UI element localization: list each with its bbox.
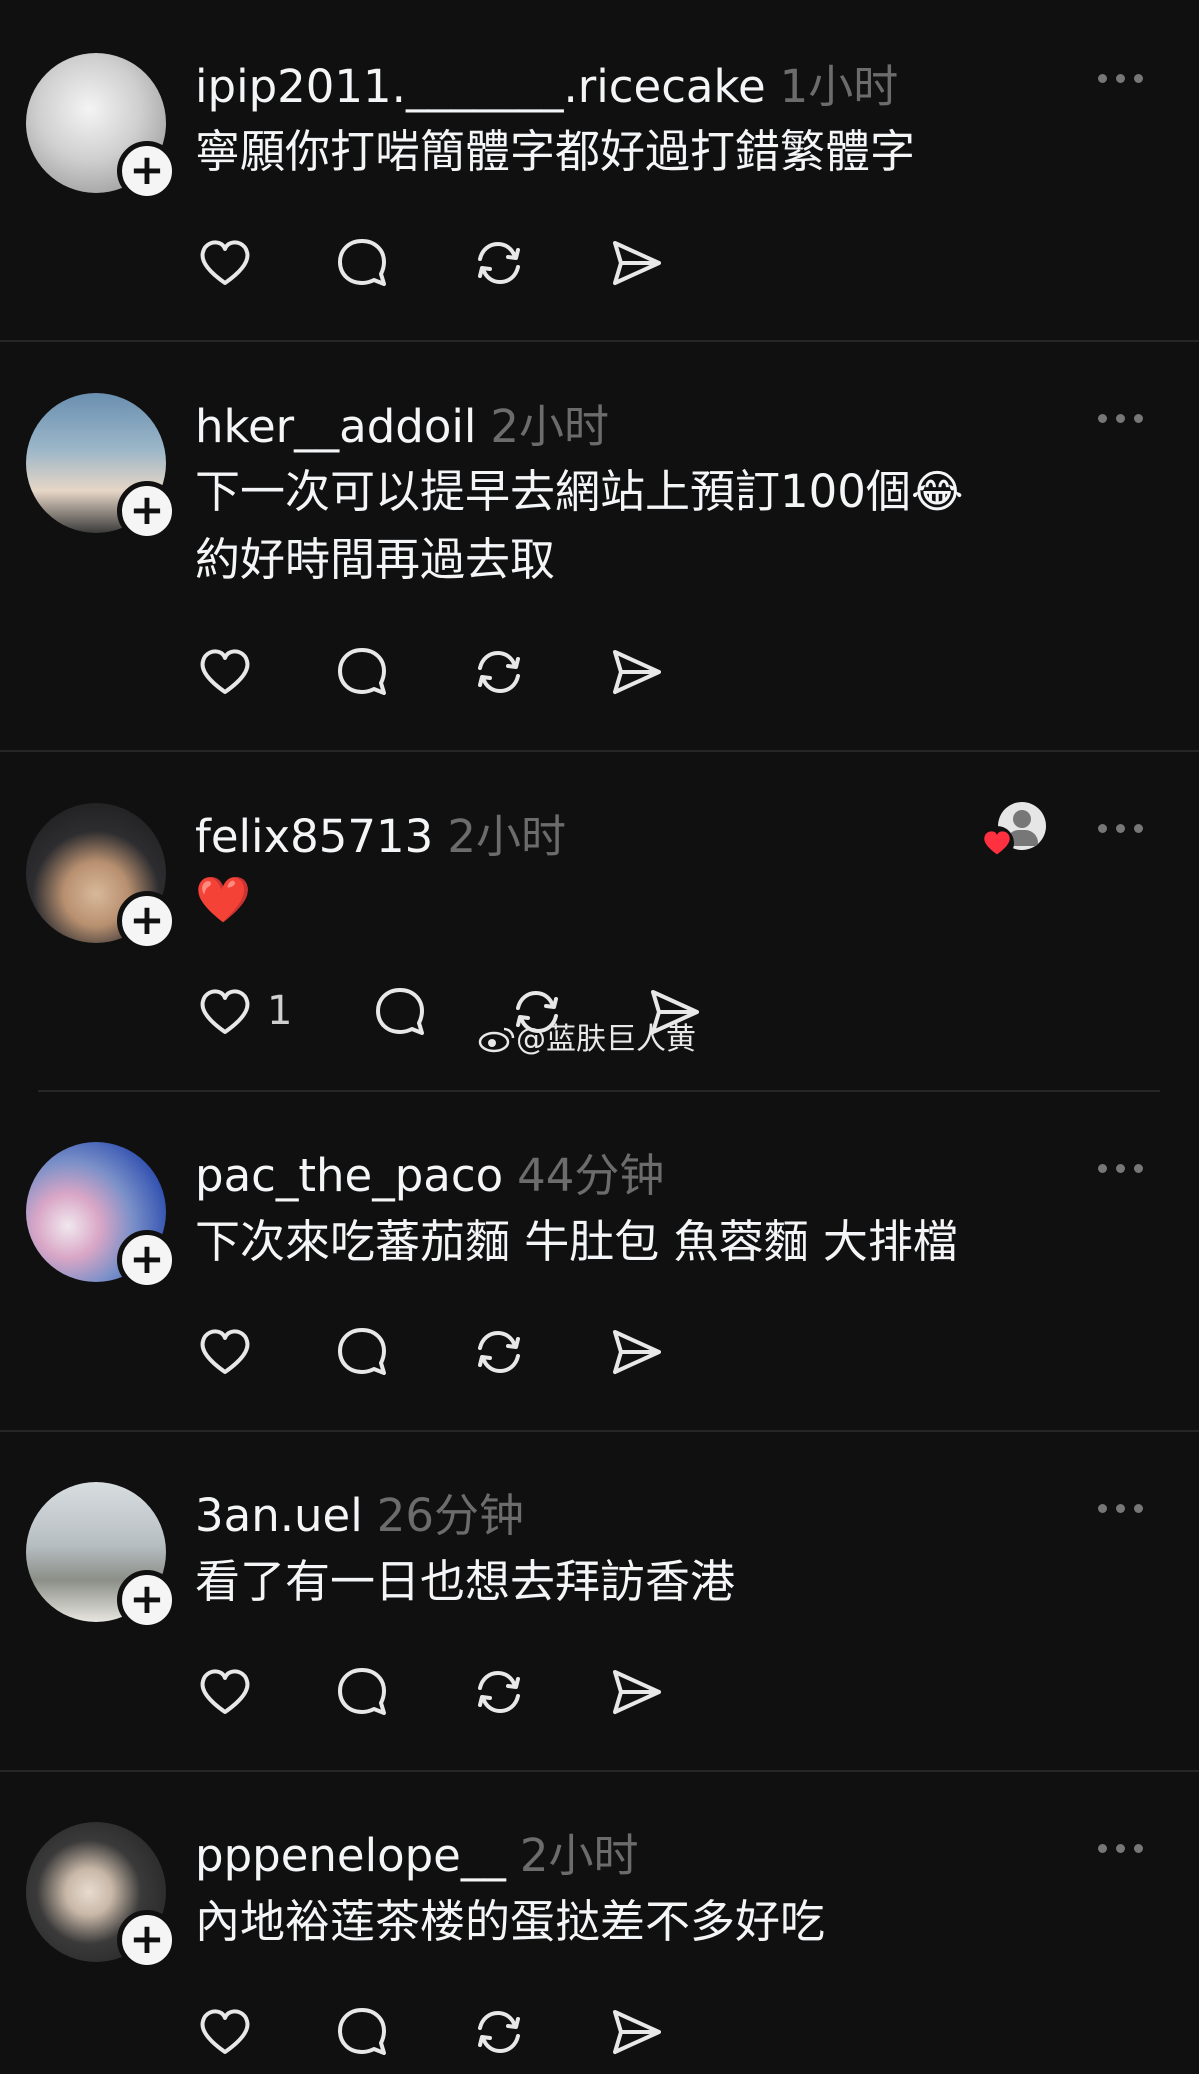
comment-icon[interactable] [332,642,392,702]
share-icon[interactable] [606,1322,666,1382]
post-header: felix85713 2小时 [195,800,566,865]
username[interactable]: hker__addoil [195,400,476,453]
timestamp: 2小时 [519,1829,639,1882]
post-header: hker__addoil 2小时 [195,390,609,455]
timestamp: 2小时 [447,810,566,863]
username[interactable]: ipip2011._______.ricecake [195,60,766,113]
post-5: + 3an.uel 26分钟 看了有一日也想去拜訪香港 [0,1432,1199,1772]
like-count: 1 [267,988,293,1034]
repost-icon[interactable] [469,1662,529,1722]
repost-icon[interactable] [469,2002,529,2062]
share-icon[interactable] [606,2002,666,2062]
comment-icon[interactable] [332,1662,392,1722]
more-icon[interactable] [1098,74,1144,86]
post-2: + hker__addoil 2小时 下一次可以提早去網站上預訂100個😂 約好時… [0,342,1199,752]
timestamp: 2小时 [490,400,610,453]
post-4: + pac_the_paco 44分钟 下次來吃蕃茄麵 牛肚包 魚蓉麵 大排檔 [0,1092,1199,1432]
post-text: 寧願你打啱簡體字都好過打錯繁體字 [195,125,916,178]
heart-icon[interactable] [195,642,255,702]
repost-icon[interactable] [469,1322,529,1382]
heart-icon[interactable] [195,1662,255,1722]
more-icon[interactable] [1098,414,1144,426]
more-icon[interactable] [1098,824,1144,836]
heart-badge-icon [980,826,1014,860]
comment-icon[interactable] [370,982,430,1042]
comment-icon[interactable] [332,2002,392,2062]
repost-icon[interactable] [469,233,529,293]
share-icon[interactable] [606,642,666,702]
watermark: @蓝肤巨人黄 [478,1014,696,1058]
post-text: 看了有一日也想去拜訪香港 [195,1555,736,1608]
more-icon[interactable] [1098,1164,1144,1176]
plus-icon[interactable]: + [117,891,177,951]
post-header: pppenelope__ 2小时 [195,1819,639,1884]
comment-icon[interactable] [332,1322,392,1382]
post-text: 下一次可以提早去網站上預訂100個😂 約好時間再過去取 [195,465,964,586]
heart-icon[interactable] [195,2002,255,2062]
heart-icon[interactable] [195,233,255,293]
post-text: ❤️ [195,873,252,926]
post-text: 內地裕莲茶楼的蛋挞差不多好吃 [195,1895,826,1948]
timestamp: 26分钟 [376,1489,525,1542]
post-6: + pppenelope__ 2小时 內地裕莲茶楼的蛋挞差不多好吃 [0,1772,1199,2074]
heart-icon[interactable] [195,1322,255,1382]
liked-by-avatar[interactable] [980,800,1050,870]
plus-icon[interactable]: + [117,481,177,541]
plus-icon[interactable]: + [117,1230,177,1290]
more-icon[interactable] [1098,1844,1144,1856]
post-text: 下次來吃蕃茄麵 牛肚包 魚蓉麵 大排檔 [195,1215,958,1268]
post-header: 3an.uel 26分钟 [195,1479,524,1544]
share-icon[interactable] [606,233,666,293]
timestamp: 44分钟 [517,1149,665,1202]
username[interactable]: 3an.uel [195,1489,363,1542]
plus-icon[interactable]: + [117,1910,177,1970]
heart-icon[interactable] [195,982,255,1042]
username[interactable]: pac_the_paco [195,1149,503,1202]
weibo-icon [478,1025,516,1053]
plus-icon[interactable]: + [117,1570,177,1630]
username[interactable]: felix85713 [195,810,433,863]
comment-icon[interactable] [332,233,392,293]
username[interactable]: pppenelope__ [195,1829,506,1882]
repost-icon[interactable] [469,642,529,702]
plus-icon[interactable]: + [117,141,177,201]
post-header: pac_the_paco 44分钟 [195,1139,664,1204]
more-icon[interactable] [1098,1504,1144,1516]
post-1: + ipip2011._______.ricecake 1小时 寧願你打啱簡體字都… [0,0,1199,342]
share-icon[interactable] [606,1662,666,1722]
timestamp: 1小时 [779,60,899,113]
watermark-text: @蓝肤巨人黄 [516,1022,696,1057]
post-header: ipip2011._______.ricecake 1小时 [195,50,898,115]
